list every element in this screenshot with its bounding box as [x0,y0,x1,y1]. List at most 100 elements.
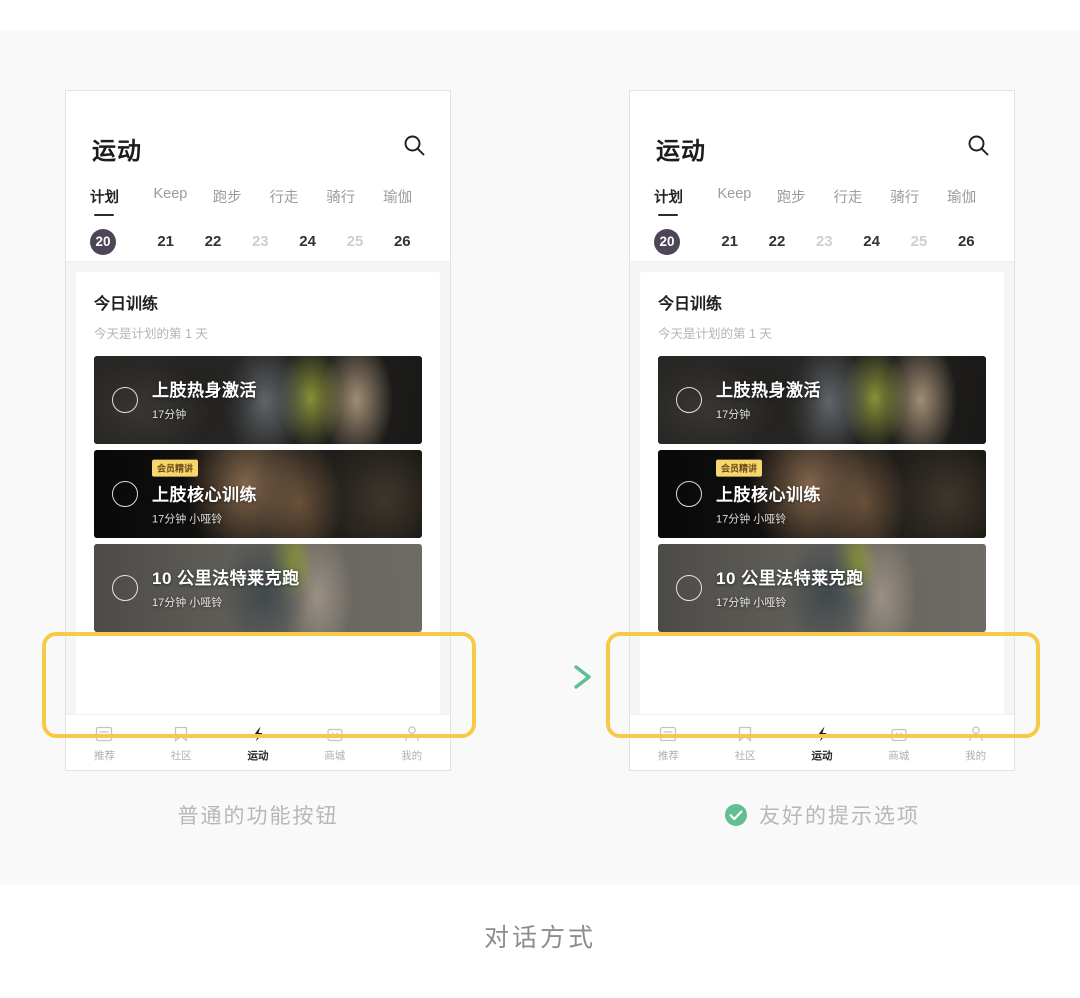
workout-meta: 17分钟 小哑铃 [152,597,223,610]
category-tabs[interactable]: 计划 Keep 跑步 行走 骑行 瑜伽 [630,184,1014,222]
nav-item-sport[interactable]: 运动 [220,723,297,763]
workout-meta: 17分钟 小哑铃 [152,513,223,526]
caption-after: 友好的提示选项 [629,800,1015,830]
tab-plan[interactable]: 计划 [90,184,142,216]
bottom-nav[interactable]: 推荐 社区 运动 商城 我的 [66,714,450,770]
workout-check-circle-icon[interactable] [676,575,702,601]
shop-bag-icon [860,723,937,745]
tab-run[interactable]: 跑步 [199,184,256,207]
workout-name: 上肢核心训练 [152,485,257,505]
thumbnail-overlay [658,356,986,444]
nav-label: 商城 [888,749,910,762]
app-header: 运动 [630,91,1014,184]
card-subtitle: 今天是计划的第 1 天 [94,327,208,341]
workout-tile[interactable]: 上肢热身激活 17分钟 [658,356,986,444]
workout-meta: 17分钟 [716,409,751,422]
nav-item-profile[interactable]: 我的 [937,723,1014,763]
workout-info: 会员精讲 上肢核心训练 17分钟 小哑铃 [716,459,821,527]
date-22[interactable]: 22 [753,233,800,250]
date-22[interactable]: 22 [189,233,236,250]
nav-item-shop[interactable]: 商城 [860,723,937,763]
member-badge: 会员精讲 [152,459,199,477]
date-selected-pill: 20 [654,228,680,255]
workout-tile[interactable]: 10 公里法特莱克跑 17分钟 小哑铃 [94,544,422,632]
workout-tile[interactable]: 10 公里法特莱克跑 17分钟 小哑铃 [658,544,986,632]
search-icon[interactable] [402,133,426,157]
app-header: 运动 [66,91,450,184]
workout-tile[interactable]: 会员精讲 上肢核心训练 17分钟 小哑铃 [658,450,986,538]
tab-yoga[interactable]: 瑜伽 [369,184,426,207]
workout-check-circle-icon[interactable] [112,575,138,601]
nav-label: 我的 [965,749,987,762]
workout-tile[interactable]: 上肢热身激活 17分钟 [94,356,422,444]
content-area: 今日训练 今天是计划的第 1 天 上肢热身激活 17分钟 会员精讲 上肢核心训练 [66,262,450,770]
tab-cycle[interactable]: 骑行 [312,184,369,207]
tab-walk[interactable]: 行走 [820,184,877,207]
date-20[interactable]: 20 [654,228,706,255]
nav-item-recommend[interactable]: 推荐 [66,723,143,763]
today-training-card: 今日训练 今天是计划的第 1 天 上肢热身激活 17分钟 会员精讲 上肢核心训练 [76,272,440,770]
workout-info: 10 公里法特莱克跑 17分钟 小哑铃 [152,564,300,610]
nav-item-shop[interactable]: 商城 [296,723,373,763]
date-23[interactable]: 23 [801,233,848,250]
nav-item-community[interactable]: 社区 [143,723,220,763]
nav-label: 社区 [170,749,192,762]
nav-label: 推荐 [93,749,115,762]
date-selected-pill: 20 [90,228,116,255]
thumbnail-overlay [94,450,422,538]
tab-keep[interactable]: Keep [142,184,199,202]
workout-info: 上肢热身激活 17分钟 [152,376,257,422]
nav-item-sport[interactable]: 运动 [784,723,861,763]
nav-item-recommend[interactable]: 推荐 [630,723,707,763]
workout-check-circle-icon[interactable] [676,387,702,413]
date-21[interactable]: 21 [142,233,189,250]
tab-yoga[interactable]: 瑜伽 [933,184,990,207]
date-23[interactable]: 23 [237,233,284,250]
date-21[interactable]: 21 [706,233,753,250]
phone-mockup-after: 运动 计划 Keep 跑步 行走 骑行 瑜伽 20 21 22 23 24 25… [629,90,1015,771]
date-strip[interactable]: 20 21 22 23 24 25 26 [66,222,450,262]
date-20[interactable]: 20 [90,228,142,255]
workout-info: 10 公里法特莱克跑 17分钟 小哑铃 [716,564,864,610]
nav-label: 我的 [401,749,423,762]
workout-name: 10 公里法特莱克跑 [716,569,864,589]
workout-name: 10 公里法特莱克跑 [152,569,300,589]
lightning-icon [784,723,861,745]
date-26[interactable]: 26 [943,233,990,250]
lightning-icon [220,723,297,745]
card-title: 今日训练 [94,296,159,313]
workout-meta: 17分钟 小哑铃 [716,597,787,610]
tab-cycle[interactable]: 骑行 [876,184,933,207]
category-tabs[interactable]: 计划 Keep 跑步 行走 骑行 瑜伽 [66,184,450,222]
nav-label: 商城 [324,749,346,762]
date-26[interactable]: 26 [379,233,426,250]
tab-keep[interactable]: Keep [706,184,763,202]
nav-item-community[interactable]: 社区 [707,723,784,763]
date-24[interactable]: 24 [284,233,331,250]
nav-item-profile[interactable]: 我的 [373,723,450,763]
search-icon[interactable] [966,133,990,157]
date-25[interactable]: 25 [895,233,942,250]
page-title: 运动 [656,138,706,165]
person-icon [937,723,1014,745]
tab-run[interactable]: 跑步 [763,184,820,207]
date-25[interactable]: 25 [331,233,378,250]
workout-name: 上肢热身激活 [152,381,257,401]
workout-info: 上肢热身激活 17分钟 [716,376,821,422]
bottom-nav[interactable]: 推荐 社区 运动 商城 我的 [630,714,1014,770]
caption-before: 普通的功能按钮 [65,800,451,830]
person-icon [373,723,450,745]
phone-mockup-before: 运动 计划 Keep 跑步 行走 骑行 瑜伽 20 21 22 23 24 25… [65,90,451,771]
workout-check-circle-icon[interactable] [112,387,138,413]
date-24[interactable]: 24 [848,233,895,250]
page-title: 运动 [92,138,142,165]
tab-walk[interactable]: 行走 [256,184,313,207]
card-subtitle: 今天是计划的第 1 天 [658,327,772,341]
workout-check-circle-icon[interactable] [676,481,702,507]
tab-plan[interactable]: 计划 [654,184,706,216]
workout-tile[interactable]: 会员精讲 上肢核心训练 17分钟 小哑铃 [94,450,422,538]
member-badge: 会员精讲 [716,459,763,477]
date-strip[interactable]: 20 21 22 23 24 25 26 [630,222,1014,262]
content-area: 今日训练 今天是计划的第 1 天 上肢热身激活 17分钟 会员精讲 上肢核心训练 [630,262,1014,770]
workout-check-circle-icon[interactable] [112,481,138,507]
